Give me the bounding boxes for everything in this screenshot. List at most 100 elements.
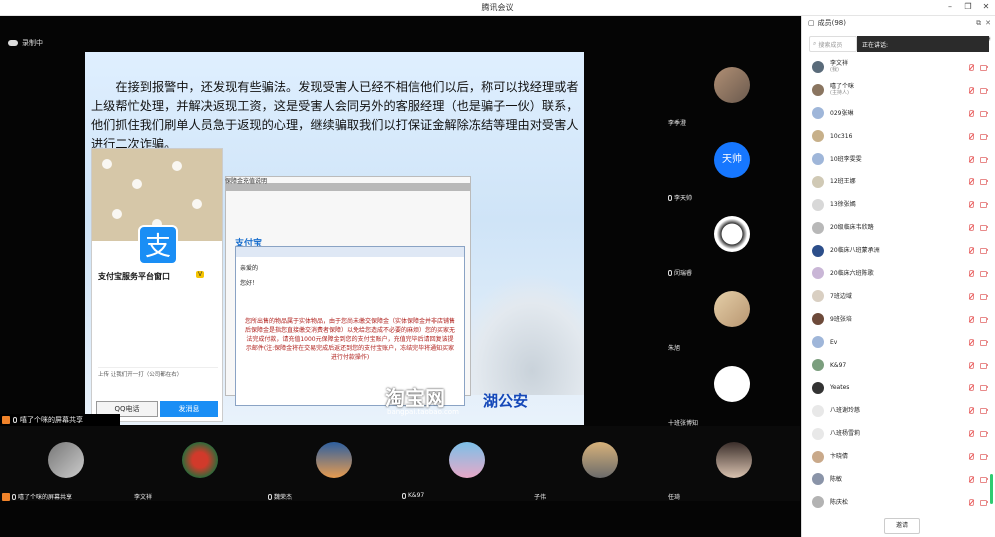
participant-avatar[interactable]: [714, 67, 750, 103]
participant-avatar[interactable]: [48, 442, 84, 478]
tile-label: 李文祥: [134, 494, 153, 501]
camera-off-icon[interactable]: [980, 453, 988, 461]
camera-off-icon[interactable]: [980, 178, 988, 186]
mic-off-icon[interactable]: [968, 109, 974, 117]
member-avatar: [812, 290, 824, 303]
member-row[interactable]: 八班谢玲慈: [802, 399, 995, 422]
member-row[interactable]: 陈庆松: [802, 491, 995, 514]
member-row[interactable]: K&97: [802, 354, 995, 377]
tile-label: 闵瑞睿: [668, 268, 692, 277]
camera-off-icon[interactable]: [980, 247, 988, 255]
camera-off-icon[interactable]: [980, 293, 988, 300]
member-row[interactable]: 卞晓倩: [802, 445, 995, 468]
participant-avatar[interactable]: 天帅: [714, 142, 750, 178]
camera-off-icon[interactable]: [980, 224, 988, 232]
camera-off-icon[interactable]: [980, 64, 988, 71]
mic-off-icon[interactable]: [968, 178, 974, 186]
email-body: 您所出售的物品属于实体物品，由于您尚未缴交保障金（实体保障金并非店铺售后保障金是…: [244, 318, 455, 361]
member-row[interactable]: 13徐张嫣: [802, 193, 995, 216]
mic-off-icon[interactable]: [968, 315, 974, 323]
scrollbar[interactable]: [990, 474, 993, 504]
member-row[interactable]: 12班王娜: [802, 170, 995, 193]
member-name: 卞晓倩: [830, 453, 849, 461]
member-row[interactable]: 嘻了个咪 (主持人): [802, 79, 995, 102]
camera-off-icon[interactable]: [980, 270, 988, 278]
mic-off-icon[interactable]: [968, 498, 974, 506]
restore-icon[interactable]: ❐: [962, 2, 974, 11]
member-row[interactable]: Yeates: [802, 376, 995, 399]
member-avatar: [812, 244, 824, 257]
member-avatar: [812, 198, 824, 211]
member-name: 20临床八班蒙承洲: [830, 247, 880, 255]
mic-off-icon[interactable]: [968, 201, 974, 209]
mic-off-icon[interactable]: [968, 338, 974, 346]
member-row[interactable]: 陈敏: [802, 468, 995, 491]
camera-off-icon[interactable]: [980, 362, 988, 369]
members-title: 成员(98): [817, 19, 846, 27]
mic-off-icon[interactable]: [968, 64, 974, 71]
close-icon[interactable]: ✕: [980, 2, 992, 11]
participant-avatar[interactable]: [714, 291, 750, 327]
email-header: [236, 247, 464, 257]
camera-off-icon[interactable]: [980, 430, 988, 438]
participant-avatar[interactable]: [582, 442, 618, 478]
member-name: 10c316: [830, 132, 853, 140]
camera-off-icon[interactable]: [980, 201, 988, 209]
mic-off-icon[interactable]: [968, 292, 974, 300]
member-row[interactable]: 20临床八班蒙承洲: [802, 239, 995, 262]
mic-off-icon[interactable]: [968, 384, 974, 392]
panel-close-icon[interactable]: ✕: [985, 19, 991, 28]
popout-icon[interactable]: ⧉: [976, 19, 981, 28]
search-input[interactable]: ⌕ 搜索成员: [809, 36, 857, 52]
participant-avatar[interactable]: [714, 366, 750, 402]
member-row[interactable]: 李文祥 (我): [802, 56, 995, 79]
camera-off-icon[interactable]: [980, 384, 988, 392]
camera-off-icon[interactable]: [980, 499, 988, 506]
member-row[interactable]: 7班边域: [802, 285, 995, 308]
member-row[interactable]: 10c316: [802, 125, 995, 148]
member-row[interactable]: 029张琳: [802, 102, 995, 125]
mic-off-icon[interactable]: [968, 86, 974, 94]
participant-strip: [0, 426, 800, 501]
phone-row: 上传 让我们开一打（公司都在右）: [98, 367, 218, 378]
member-name: 嘻了个咪 (主持人): [830, 83, 855, 97]
members-icon: ▢: [808, 19, 815, 27]
camera-off-icon[interactable]: [980, 339, 988, 346]
member-name: 12班王娜: [830, 178, 856, 186]
camera-off-icon[interactable]: [980, 87, 988, 94]
mic-off-icon[interactable]: [968, 453, 974, 461]
member-name: 9班张培: [830, 315, 852, 323]
member-row[interactable]: 八班杨雪莉: [802, 422, 995, 445]
member-row[interactable]: 10班李雯雯: [802, 148, 995, 171]
camera-off-icon[interactable]: [980, 476, 988, 484]
mic-off-icon[interactable]: [968, 224, 974, 232]
member-row[interactable]: Ev: [802, 331, 995, 354]
camera-off-icon[interactable]: [980, 133, 988, 140]
mic-off-icon[interactable]: [968, 247, 974, 255]
mic-off-icon[interactable]: [968, 476, 974, 484]
mic-off-icon[interactable]: [968, 270, 974, 278]
invite-button[interactable]: 邀请: [884, 518, 920, 534]
member-name: Ev: [830, 338, 838, 346]
shared-screen[interactable]: 在接到报警中，还发现有些骗法。发现受害人已经不相信他们以后，称可以找经理或者上级…: [85, 52, 584, 425]
participant-avatar[interactable]: [182, 442, 218, 478]
mic-off-icon[interactable]: [968, 407, 974, 415]
camera-off-icon[interactable]: [980, 407, 988, 415]
camera-off-icon[interactable]: [980, 316, 988, 323]
mic-off-icon[interactable]: [968, 155, 974, 163]
participant-avatar[interactable]: [316, 442, 352, 478]
mic-off-icon[interactable]: [968, 430, 974, 438]
mic-off-icon[interactable]: [968, 361, 974, 369]
camera-off-icon[interactable]: [980, 110, 988, 117]
participant-avatar[interactable]: [449, 442, 485, 478]
camera-off-icon[interactable]: [980, 156, 988, 163]
member-row[interactable]: 20临床六班陈歌: [802, 262, 995, 285]
member-avatar: [812, 404, 824, 417]
participant-avatar[interactable]: [716, 442, 752, 478]
member-row[interactable]: 9班张培: [802, 308, 995, 331]
mic-icon: [13, 417, 17, 423]
participant-avatar[interactable]: [714, 216, 750, 252]
mic-off-icon[interactable]: [968, 132, 974, 140]
minimize-icon[interactable]: –: [944, 2, 956, 11]
member-row[interactable]: 20级临床韦欣踏: [802, 216, 995, 239]
